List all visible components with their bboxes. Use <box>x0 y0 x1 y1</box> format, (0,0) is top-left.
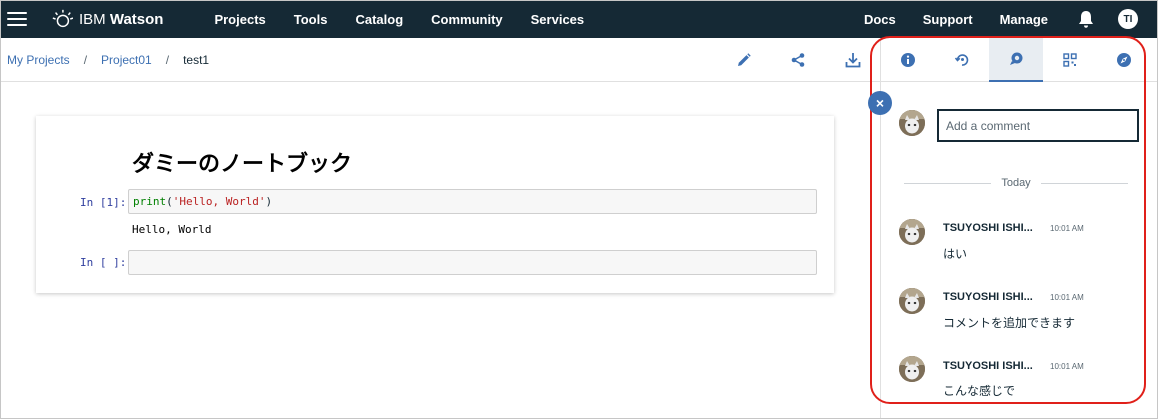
date-divider-label: Today <box>1001 177 1031 189</box>
compass-icon <box>1117 53 1131 67</box>
tab-explore[interactable] <box>1097 38 1151 82</box>
watson-logo[interactable]: IBM Watson <box>51 8 163 30</box>
pencil-icon <box>738 53 751 66</box>
user-photo-icon <box>899 110 925 136</box>
comment-author: TSUYOSHI ISHI... <box>943 222 1033 234</box>
nav-support[interactable]: Support <box>923 12 973 27</box>
info-icon <box>901 53 915 67</box>
download-button[interactable] <box>845 52 861 68</box>
secondary-nav: Docs Support Manage TI <box>837 9 1138 29</box>
comment-text: はい <box>943 247 968 261</box>
comment-author: TSUYOSHI ISHI... <box>943 360 1033 372</box>
share-icon <box>791 53 805 67</box>
add-comment-input[interactable] <box>937 109 1139 142</box>
breadcrumb-my-projects[interactable]: My Projects <box>7 53 70 67</box>
notebook-document: ダミーのノートブック In [1]: print('Hello, World')… <box>36 116 834 293</box>
nav-community[interactable]: Community <box>431 12 503 27</box>
code-string: 'Hello, World' <box>172 195 266 208</box>
nav-projects[interactable]: Projects <box>214 12 265 27</box>
edit-button[interactable] <box>736 52 752 68</box>
avatar <box>899 110 925 136</box>
nav-tools[interactable]: Tools <box>294 12 328 27</box>
comment-text: コメントを追加できます <box>943 316 1076 330</box>
divider-line <box>904 182 992 184</box>
code-cell-input[interactable]: print('Hello, World') <box>128 189 817 214</box>
comment-timestamp: 10:01 AM <box>1050 293 1084 302</box>
notebook-canvas: ダミーのノートブック In [1]: print('Hello, World')… <box>0 83 880 419</box>
breadcrumb-separator: / <box>83 52 88 67</box>
brand-name: IBM Watson <box>79 11 163 28</box>
notebook-header: My Projects / Project01 / test1 <box>0 38 880 82</box>
share-button[interactable] <box>790 52 806 68</box>
code-function: print <box>133 195 167 208</box>
hamburger-menu-icon[interactable] <box>7 12 27 26</box>
nav-docs[interactable]: Docs <box>864 12 896 27</box>
user-photo-icon <box>899 356 925 382</box>
avatar <box>899 219 925 245</box>
cell-prompt: In [1]: <box>80 196 127 209</box>
cell-prompt: In [ ]: <box>80 256 127 269</box>
notification-bell-icon[interactable] <box>1078 10 1094 28</box>
brand-prefix: IBM <box>79 10 106 28</box>
user-photo-icon <box>899 288 925 314</box>
divider-line <box>1040 182 1129 184</box>
notebook-title: ダミーのノートブック <box>132 151 353 176</box>
empty-code-cell[interactable] <box>128 250 817 275</box>
tab-comments[interactable] <box>989 38 1043 82</box>
breadcrumb-project01[interactable]: Project01 <box>101 53 152 67</box>
avatar <box>899 356 925 382</box>
user-photo-icon <box>899 219 925 245</box>
watson-logo-icon <box>52 9 73 28</box>
comment-author: TSUYOSHI ISHI... <box>943 291 1033 303</box>
top-navigation-bar: IBM Watson Projects Tools Catalog Commun… <box>0 0 1158 38</box>
user-avatar[interactable]: TI <box>1118 9 1138 29</box>
panel-tabs <box>881 38 1158 82</box>
comment-timestamp: 10:01 AM <box>1050 362 1084 371</box>
close-panel-button[interactable]: × <box>868 91 892 115</box>
download-icon <box>845 53 861 68</box>
tab-versions[interactable] <box>935 38 989 82</box>
nav-services[interactable]: Services <box>531 12 585 27</box>
date-divider: Today <box>904 176 1129 190</box>
avatar <box>899 288 925 314</box>
tab-info[interactable] <box>881 38 935 82</box>
comments-icon <box>1010 52 1023 65</box>
cell-output: Hello, World <box>132 223 212 236</box>
breadcrumb: My Projects / Project01 / test1 <box>7 53 209 67</box>
tab-data[interactable] <box>1043 38 1097 82</box>
brand-product: Watson <box>109 10 164 28</box>
primary-nav: Projects Tools Catalog Community Service… <box>214 12 612 27</box>
comment-timestamp: 10:01 AM <box>1050 224 1084 233</box>
data-icon <box>1063 53 1077 67</box>
breadcrumb-current: test1 <box>183 52 210 67</box>
nav-catalog[interactable]: Catalog <box>355 12 403 27</box>
nav-manage[interactable]: Manage <box>1000 12 1048 27</box>
breadcrumb-separator: / <box>165 52 170 67</box>
comment-text: こんな感じで <box>943 384 1016 398</box>
version-icon <box>954 54 969 66</box>
